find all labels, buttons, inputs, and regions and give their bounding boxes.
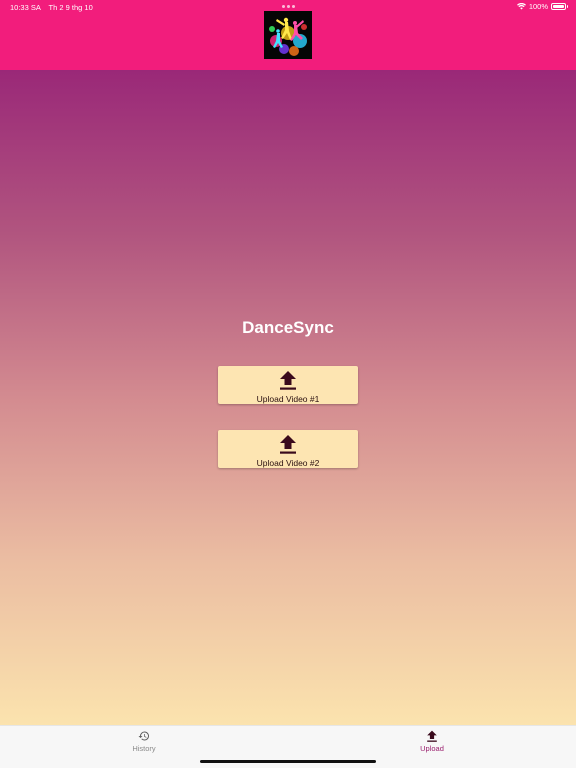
status-left: 10:33 SA Th 2 9 thg 10	[10, 3, 93, 12]
upload-icon	[280, 435, 296, 454]
upload-icon	[280, 371, 296, 390]
tab-history[interactable]: History	[104, 726, 184, 760]
upload-video-2-button[interactable]: Upload Video #2	[218, 430, 358, 468]
status-time: 10:33 SA	[10, 3, 41, 12]
upload-video-2-label: Upload Video #2	[256, 458, 320, 468]
upload-icon	[427, 730, 437, 742]
app-screen: 10:33 SA Th 2 9 thg 10 100% DanceSync Up…	[0, 0, 576, 768]
battery-percent: 100%	[528, 2, 548, 11]
main-content: DanceSync Upload Video #1 Upload Video #…	[0, 70, 576, 725]
status-date: Th 2 9 thg 10	[48, 3, 93, 12]
wifi-icon	[516, 3, 526, 10]
dancers-logo-icon	[264, 11, 312, 59]
upload-video-1-label: Upload Video #1	[256, 394, 320, 404]
tab-history-label: History	[132, 744, 156, 753]
multitasking-dots-icon[interactable]	[282, 5, 295, 8]
app-title: DanceSync	[242, 318, 334, 337]
history-icon	[138, 731, 149, 741]
upload-video-1-button[interactable]: Upload Video #1	[218, 366, 358, 404]
battery-icon	[551, 3, 568, 10]
tab-upload-label: Upload	[420, 744, 444, 753]
status-right: 100%	[516, 2, 568, 11]
app-header: 10:33 SA Th 2 9 thg 10 100%	[0, 0, 576, 70]
home-indicator[interactable]	[200, 760, 376, 763]
tab-upload[interactable]: Upload	[392, 726, 472, 760]
